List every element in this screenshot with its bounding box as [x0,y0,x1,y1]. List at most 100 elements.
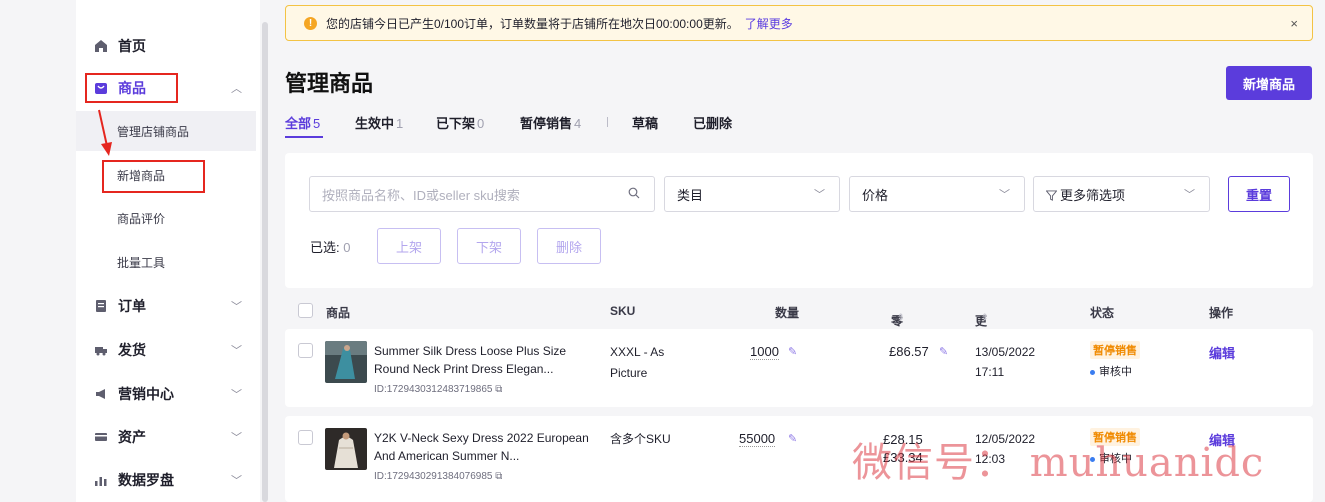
more-filters-select[interactable]: 更多筛选项 ﹀ [1033,176,1210,212]
megaphone-icon [96,389,105,399]
updated-time: 13/05/2022 17:11 [975,342,1035,382]
tab-label: 已下架 [436,116,476,131]
edit-quantity-icon[interactable]: ✎ [788,345,797,358]
home-icon [95,40,107,52]
sort-icon[interactable]: ⇕ [897,312,905,323]
more-filters-wrap: 更多筛选项 [1045,185,1126,204]
chevron-down-icon: ﹀ [1184,189,1195,201]
sort-icon[interactable]: ⇕ [981,312,989,323]
sidebar: 首页 商品 ︿ 管理店铺商品 新增商品 商品评价 批量工具 订单 ﹀ 发货 ﹀ … [76,0,260,502]
status-badge: 暂停销售 [1090,341,1140,359]
delist-button[interactable]: 下架 [457,228,521,264]
nav-data-compass-label: 数据罗盘 [118,472,174,488]
nav-orders[interactable]: 订单 ﹀ [76,284,256,328]
chevron-down-icon[interactable]: ﹀ [231,386,242,402]
tab-separator [607,117,608,127]
row-checkbox[interactable] [298,430,313,445]
product-id-text: ID:1729430291384076985 [374,471,493,482]
learn-more-link[interactable]: 了解更多 [745,17,793,31]
tab-suspended[interactable]: 暂停销售 4 [520,113,581,132]
tab-active[interactable]: 生效中 1 [355,113,403,132]
notice-banner: ! 您的店铺今日已产生0/100订单，订单数量将于店铺所在地次日00:00:00… [285,5,1313,41]
product-name[interactable]: Y2K V-Neck Sexy Dress 2022 European And … [374,429,594,465]
chevron-down-icon[interactable]: ﹀ [231,298,242,314]
close-icon[interactable]: × [1290,16,1298,31]
tab-underline [285,136,323,138]
tab-deleted[interactable]: 已删除 [693,113,732,132]
sku-value: 含多个SKU [610,432,671,446]
product-id: ID:1729430312483719865 ⧉ [374,384,502,395]
row-checkbox[interactable] [298,343,313,358]
review-status: 审核中 [1090,363,1132,379]
sku-value: XXXL - As Picture [610,345,665,380]
nav-home[interactable]: 首页 [76,24,256,68]
annotation-arrow [98,109,112,156]
sidebar-item-label: 商品评价 [117,211,166,226]
table-header: 商品 SKU 数量 零售价⇕ 更新时间⇕ 状态 操作 [285,296,1313,379]
chevron-up-icon[interactable]: ︿ [231,80,242,96]
price-value: £86.57 [889,344,929,359]
sidebar-item-label: 批量工具 [117,255,166,270]
sidebar-item-label: 管理店铺商品 [117,124,190,139]
chevron-down-icon[interactable]: ﹀ [231,472,242,488]
category-label: 类目 [677,187,704,203]
product-id: ID:1729430291384076985 ⧉ [374,471,502,482]
watermark: 微信号： muhuanidc [852,440,1265,486]
sidebar-item-batch-tools[interactable]: 批量工具 [76,242,256,282]
table-row: Summer Silk Dress Loose Plus Size Round … [285,329,1313,407]
filter-icon [1045,189,1058,201]
add-product-button[interactable]: 新增商品 [1226,66,1312,100]
copy-icon[interactable]: ⧉ [495,471,502,482]
list-button[interactable]: 上架 [377,228,441,264]
nav-shipping-label: 发货 [118,342,146,358]
header-product: 商品 [326,306,351,320]
tab-all[interactable]: 全部 5 [285,113,320,132]
more-filters-label: 更多筛选项 [1060,187,1126,203]
search-input[interactable]: 按照商品名称、ID或seller sku搜索 [309,176,655,212]
product-thumbnail[interactable] [325,341,367,383]
selected-count: 已选: 0 [310,237,350,256]
annotation-box-add-product [102,160,205,193]
reset-button[interactable]: 重置 [1228,176,1290,212]
price-select[interactable]: 价格 ﹀ [849,176,1025,212]
search-icon[interactable] [628,187,640,202]
price-label: 价格 [862,187,889,203]
header-quantity: 数量 [775,306,800,320]
selected-number: 0 [343,240,351,255]
product-thumbnail[interactable] [325,428,367,470]
header-status: 状态 [1090,306,1115,320]
tab-label: 草稿 [632,116,659,131]
tab-delisted[interactable]: 已下架 0 [436,113,484,132]
truck-icon [95,347,107,356]
nav-assets-label: 资产 [118,429,146,445]
delete-button[interactable]: 删除 [537,228,601,264]
nav-data-compass[interactable]: 数据罗盘 ﹀ [76,458,256,502]
tab-count: 5 [313,116,321,131]
tab-draft[interactable]: 草稿 [632,113,658,132]
select-all-checkbox[interactable] [298,303,313,318]
header-sku: SKU [610,304,636,318]
status-dot [1090,369,1095,375]
edit-link[interactable]: 编辑 [1209,343,1235,362]
sidebar-scrollbar[interactable] [262,22,268,502]
nav-shipping[interactable]: 发货 ﹀ [76,328,256,372]
sidebar-item-product-reviews[interactable]: 商品评价 [76,198,256,238]
chevron-down-icon: ﹀ [814,189,825,201]
chevron-down-icon: ﹀ [999,189,1010,201]
quantity-value: 1000 [750,344,779,360]
selected-label: 已选: [310,240,340,255]
category-select[interactable]: 类目 ﹀ [664,176,840,212]
tab-label: 生效中 [355,116,395,131]
edit-quantity-icon[interactable]: ✎ [788,432,797,445]
bar-chart-icon [95,477,107,486]
nav-assets[interactable]: 资产 ﹀ [76,415,256,459]
tab-count: 1 [396,116,404,131]
chevron-down-icon[interactable]: ﹀ [231,342,242,358]
product-name[interactable]: Summer Silk Dress Loose Plus Size Round … [374,342,594,378]
chevron-down-icon[interactable]: ﹀ [231,429,242,445]
nav-marketing[interactable]: 营销中心 ﹀ [76,372,256,416]
updated-date: 13/05/2022 [975,345,1036,359]
notice-message: 您的店铺今日已产生0/100订单，订单数量将于店铺所在地次日00:00:00更新… [326,16,739,31]
copy-icon[interactable]: ⧉ [495,384,502,395]
edit-price-icon[interactable]: ✎ [939,345,948,358]
